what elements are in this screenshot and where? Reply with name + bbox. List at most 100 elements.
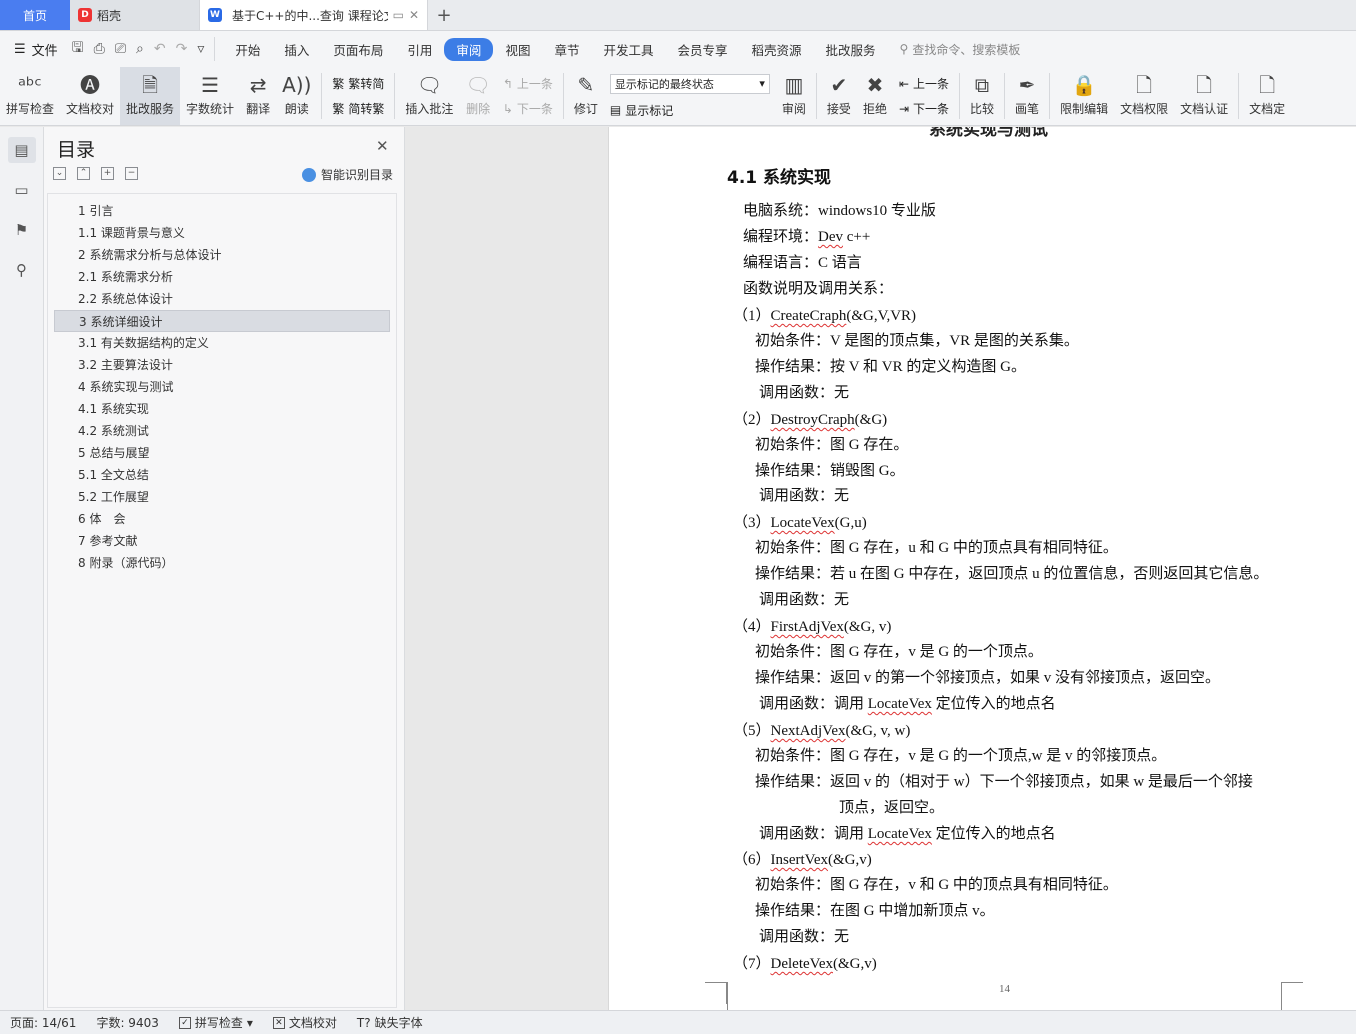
review-ribbon: ᵃᵇᶜ 拼写检查 🅐 文档校对 🗎 批改服务 ☰ 字数统计 ⇄ 翻译 A)) 朗读 繁繁转简… bbox=[0, 67, 1356, 126]
toc-item[interactable]: 4.1 系统实现 bbox=[54, 398, 390, 420]
menu-tab[interactable]: 稻壳资源 bbox=[740, 38, 814, 61]
missing-font-indicator[interactable]: T? 缺失字体 bbox=[347, 1014, 433, 1031]
reject-button[interactable]: ✖ 拒绝 bbox=[857, 67, 893, 125]
more-icon[interactable]: ▿ bbox=[197, 41, 204, 57]
toc-item[interactable]: 3.2 主要算法设计 bbox=[54, 354, 390, 376]
restrict-editing-button[interactable]: 🔒 限制编辑 bbox=[1054, 67, 1114, 125]
delete-comment-button[interactable]: 🗨 删除 bbox=[459, 67, 496, 125]
next-comment-button[interactable]: ↳ 下一条 bbox=[503, 100, 553, 117]
export-icon[interactable]: ⎙ bbox=[94, 41, 105, 57]
document-page[interactable]: 系统实现与测试 4.1 系统实现 电脑系统：windows10 专业版 编程环境：… bbox=[608, 127, 1356, 1010]
insert-comment-button[interactable]: 🗨 插入批注 bbox=[399, 67, 459, 125]
word-count-button[interactable]: ☰ 字数统计 bbox=[180, 67, 240, 125]
toc-item[interactable]: 2.1 系统需求分析 bbox=[54, 266, 390, 288]
trad-to-simp-button[interactable]: 繁繁转简 bbox=[332, 75, 384, 92]
toc-item[interactable]: 1 引言 bbox=[54, 200, 390, 222]
finalize-button[interactable]: 🗋 文档定 bbox=[1243, 67, 1291, 125]
toc-item[interactable]: 5 总结与展望 bbox=[54, 442, 390, 464]
smart-toc-button[interactable]: 智能识别目录 bbox=[302, 166, 393, 183]
next-change-button[interactable]: ⇥ 下一条 bbox=[899, 100, 949, 117]
review-service-button[interactable]: 🗎 批改服务 bbox=[120, 67, 181, 125]
toc-item[interactable]: 2 系统需求分析与总体设计 bbox=[54, 244, 390, 266]
toc-item[interactable]: 4 系统实现与测试 bbox=[54, 376, 390, 398]
command-search[interactable]: ⚲ 查找命令、搜索模板 bbox=[900, 41, 1021, 58]
tab-document[interactable]: W 基于C++的中...查询 课程论文 ▭ ✕ bbox=[200, 0, 428, 30]
search-icon[interactable]: ⚲ bbox=[8, 257, 36, 283]
translate-button[interactable]: ⇄ 翻译 bbox=[240, 67, 276, 125]
toc-title: 目录 bbox=[57, 139, 96, 161]
document-line: 电脑系统：windows10 专业版 bbox=[743, 203, 936, 219]
show-markup-button[interactable]: ▤ 显示标记 bbox=[610, 102, 770, 119]
menu-tab[interactable]: 审阅 bbox=[444, 37, 494, 61]
toc-item[interactable]: 3.1 有关数据结构的定义 bbox=[54, 332, 390, 354]
proofread-button[interactable]: 🅐 文档校对 bbox=[60, 67, 120, 125]
prev-comment-button[interactable]: ↰ 上一条 bbox=[503, 75, 553, 92]
status-spell-check[interactable]: ✓ 拼写检查 ▾ bbox=[169, 1014, 263, 1031]
trad-to-simp-label: 繁转简 bbox=[348, 77, 385, 91]
remove-heading-icon[interactable]: − bbox=[125, 167, 138, 180]
menu-tab[interactable]: 开发工具 bbox=[591, 38, 665, 61]
menu-tab[interactable]: 批改服务 bbox=[814, 38, 888, 61]
toc-item[interactable]: 2.2 系统总体设计 bbox=[54, 288, 390, 310]
toc-item[interactable]: 8 附录（源代码） bbox=[54, 552, 390, 574]
spell-check-button[interactable]: ᵃᵇᶜ 拼写检查 bbox=[0, 67, 60, 125]
menu-tab[interactable]: 引用 bbox=[395, 38, 444, 61]
menu-tab[interactable]: 开始 bbox=[223, 38, 272, 61]
reject-icon: ✖ bbox=[866, 73, 884, 97]
accept-icon: ✔ bbox=[830, 73, 848, 97]
menu-tab[interactable]: 会员专享 bbox=[665, 38, 739, 61]
toc-nav-icon[interactable]: ▤ bbox=[7, 137, 36, 163]
review-pane-button[interactable]: ▥ 审阅 bbox=[776, 67, 812, 125]
tab-document-title: 基于C++的中...查询 课程论文 bbox=[232, 8, 388, 23]
markup-state-select[interactable]: 显示标记的最终状态 ▾ bbox=[609, 73, 770, 94]
toc-item[interactable]: 3 系统详细设计 bbox=[54, 310, 390, 332]
menu-tab[interactable]: 章节 bbox=[542, 38, 591, 61]
toc-item[interactable]: 5.1 全文总结 bbox=[54, 464, 390, 486]
menu-tab[interactable]: 页面布局 bbox=[321, 38, 395, 61]
print-preview-icon[interactable]: ⌕ bbox=[136, 41, 144, 57]
undo-icon[interactable]: ↶ bbox=[154, 41, 166, 57]
prev-change-button[interactable]: ⇤ 上一条 bbox=[899, 75, 949, 92]
menu-tab[interactable]: 插入 bbox=[272, 38, 321, 61]
tab-pin-icon[interactable]: ▭ bbox=[393, 8, 404, 22]
document-line: （4）FirstAdjVex(&G, v) bbox=[733, 619, 892, 635]
menu-tab[interactable]: 视图 bbox=[493, 38, 542, 61]
redo-icon[interactable]: ↷ bbox=[176, 41, 188, 57]
print-icon[interactable]: ⎚ bbox=[115, 41, 126, 57]
document-line: 调用函数：无 bbox=[759, 385, 850, 401]
toc-item[interactable]: 5.2 工作展望 bbox=[54, 486, 390, 508]
document-line: 初始条件：图 G 存在，v 是 G 的一个顶点。 bbox=[755, 644, 1043, 660]
simp-to-trad-button[interactable]: 繁简转繁 bbox=[332, 100, 384, 117]
expand-all-icon[interactable]: ⌃ bbox=[77, 167, 90, 180]
close-icon[interactable]: ✕ bbox=[376, 137, 389, 155]
collapse-all-icon[interactable]: ⌄ bbox=[53, 167, 66, 180]
toc-item[interactable]: 1.1 课题背景与意义 bbox=[54, 222, 390, 244]
toc-item[interactable]: 7 参考文献 bbox=[54, 530, 390, 552]
save-icon[interactable]: 🖫 bbox=[72, 37, 84, 61]
toc-item[interactable]: 6 体 会 bbox=[54, 508, 390, 530]
review-pane-icon: ▥ bbox=[784, 73, 804, 97]
accept-button[interactable]: ✔ 接受 bbox=[821, 67, 857, 125]
pen-button[interactable]: ✒ 画笔 bbox=[1009, 67, 1045, 125]
toc-item[interactable]: 4.2 系统测试 bbox=[54, 420, 390, 442]
tab-home[interactable]: 首页 bbox=[0, 0, 70, 30]
document-rights-label: 文档权限 bbox=[1120, 102, 1169, 116]
bookmark-icon[interactable]: ⚑ bbox=[8, 217, 36, 243]
read-aloud-button[interactable]: A)) 朗读 bbox=[276, 67, 317, 125]
compare-button[interactable]: ⧉ 比较 bbox=[964, 67, 1000, 125]
document-rights-button[interactable]: 🗋 文档权限 bbox=[1114, 67, 1174, 125]
document-certify-button[interactable]: 🗋 文档认证 bbox=[1174, 67, 1234, 125]
file-menu[interactable]: ☰ 文件 bbox=[0, 40, 72, 59]
margin-line bbox=[727, 982, 728, 1010]
tab-daoke[interactable]: D 稻壳 bbox=[70, 0, 200, 30]
new-tab-button[interactable]: + bbox=[428, 0, 460, 30]
chapter-nav-icon[interactable]: ▭ bbox=[8, 177, 36, 203]
prev-change-label: 上一条 bbox=[913, 77, 950, 91]
status-proofread[interactable]: ✕ 文档校对 bbox=[263, 1014, 347, 1031]
word-count-indicator[interactable]: 字数: 9403 bbox=[86, 1014, 168, 1031]
page-indicator[interactable]: 页面: 14/61 bbox=[0, 1014, 86, 1031]
ribbon-separator bbox=[1238, 73, 1240, 119]
tab-close-icon[interactable]: ✕ bbox=[409, 8, 419, 22]
track-changes-button[interactable]: ✎ 修订 bbox=[568, 67, 604, 125]
add-heading-icon[interactable]: + bbox=[101, 167, 114, 180]
